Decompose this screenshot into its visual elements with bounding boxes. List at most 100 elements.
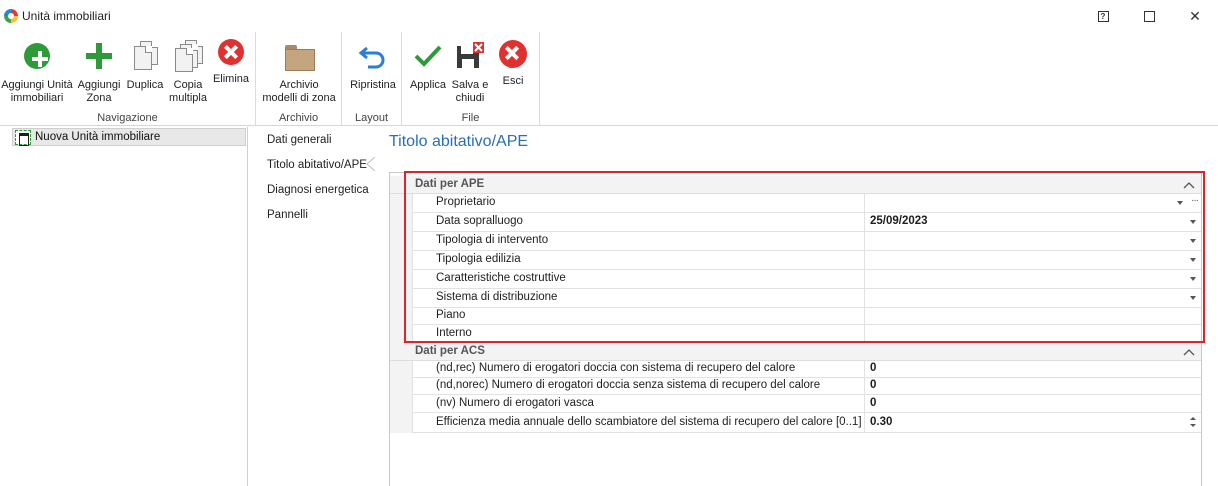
row-name: Tipologia edilizia [436, 253, 521, 265]
exit-icon [499, 40, 527, 68]
row-name: Efficienza media annuale dello scambiato… [436, 416, 862, 428]
applica-button[interactable]: Applica [408, 36, 448, 92]
aggiungi-zona-label: Aggiungi Zona [77, 79, 121, 104]
ribbon-group-layout: Ripristina Layout [342, 32, 402, 126]
close-icon: ✕ [1189, 7, 1201, 24]
aggiungi-zona-button[interactable]: Aggiungi Zona [76, 36, 122, 105]
page-title: Titolo abitativo/APE [389, 133, 529, 150]
close-window-button[interactable]: ✕ [1172, 0, 1218, 32]
esci-label: Esci [502, 75, 524, 87]
group-label-archivio: Archivio [278, 112, 319, 124]
row-indent-stripe [390, 192, 412, 344]
row-value[interactable]: 0 [870, 379, 876, 391]
save-close-icon [454, 40, 486, 72]
row-value[interactable]: 25/09/2023 [870, 215, 928, 227]
dropdown-icon[interactable] [1177, 201, 1183, 205]
category-dati-ape[interactable]: Dati per APE [390, 176, 1201, 194]
group-label-layout: Layout [354, 112, 389, 124]
row-name: Proprietario [436, 196, 496, 208]
undo-icon [357, 40, 389, 72]
ripristina-label: Ripristina [350, 79, 396, 91]
ellipsis-icon[interactable]: ··· [1191, 195, 1199, 206]
maximize-button[interactable] [1126, 0, 1172, 32]
row-name: Piano [436, 309, 466, 321]
nav-selection-pointer [366, 157, 376, 171]
delete-icon [218, 39, 244, 65]
dropdown-icon[interactable] [1190, 258, 1196, 262]
nav-item-dati-generali[interactable]: Dati generali [267, 134, 332, 146]
row-name: Sistema di distribuzione [436, 291, 558, 303]
row-name: Caratteristiche costruttive [436, 272, 566, 284]
ribbon-group-archivio: Archivio modelli di zona Archivio [256, 32, 342, 126]
applica-label: Applica [409, 79, 447, 91]
row-value[interactable]: 0.30 [870, 416, 892, 428]
group-label-navigazione: Navigazione [97, 112, 158, 124]
check-icon [412, 40, 444, 72]
unit-tree: Nuova Unità immobiliare [0, 127, 248, 486]
nav-item-diagnosi-energetica[interactable]: Diagnosi energetica [267, 184, 369, 196]
section-nav: Dati generali Titolo abitativo/APE Diagn… [249, 127, 373, 486]
row-indent-stripe [390, 361, 412, 433]
category-label: Dati per ACS [415, 345, 485, 357]
grid-row[interactable]: Tipologia di intervento [412, 232, 1201, 251]
copia-multipla-label: Copia multipla [169, 79, 207, 104]
grid-row[interactable]: Caratteristiche costruttive [412, 270, 1201, 289]
row-value[interactable]: 0 [870, 362, 876, 374]
grid-row[interactable]: (nd,norec) Numero di erogatori doccia se… [412, 378, 1201, 395]
row-name: Tipologia di intervento [436, 234, 549, 246]
tree-item-label: Nuova Unità immobiliare [35, 131, 161, 143]
plus-icon [83, 40, 115, 72]
duplica-button[interactable]: Duplica [124, 36, 166, 92]
maximize-icon [1143, 10, 1155, 22]
row-name: Data sopralluogo [436, 215, 523, 227]
dropdown-icon[interactable] [1190, 296, 1196, 300]
category-label: Dati per APE [415, 178, 485, 190]
group-label-file: File [461, 112, 480, 124]
grid-row[interactable]: Interno [412, 325, 1201, 343]
dropdown-icon[interactable] [1190, 220, 1196, 224]
grid-row[interactable]: Data sopralluogo 25/09/2023 [412, 213, 1201, 232]
nav-item-titolo-abitativo[interactable]: Titolo abitativo/APE [267, 159, 367, 171]
multi-copy-icon [172, 40, 204, 72]
row-name: (nv) Numero di erogatori vasca [436, 397, 594, 409]
elimina-label: Elimina [212, 73, 250, 85]
archivio-modelli-button[interactable]: Archivio modelli di zona [260, 36, 338, 105]
grid-row[interactable]: Sistema di distribuzione [412, 289, 1201, 308]
dropdown-icon[interactable] [1190, 277, 1196, 281]
row-name: Interno [436, 327, 472, 339]
spin-down-icon[interactable] [1190, 424, 1196, 427]
ribbon: Aggiungi Unità immobiliari Aggiungi Zona… [0, 32, 1218, 126]
aggiungi-unita-button[interactable]: Aggiungi Unità immobiliari [0, 36, 74, 105]
nav-item-pannelli[interactable]: Pannelli [267, 209, 308, 221]
row-value[interactable]: 0 [870, 397, 876, 409]
ribbon-group-file: Applica Salva e chiudi Esci File [402, 32, 540, 126]
collapse-icon[interactable] [1183, 179, 1195, 191]
aggiungi-unita-label: Aggiungi Unità immobiliari [1, 79, 73, 104]
row-name: (nd,norec) Numero di erogatori doccia se… [436, 379, 821, 391]
title-bar: Unità immobiliari ? ✕ [0, 0, 1218, 32]
help-button[interactable]: ? [1080, 0, 1126, 32]
copia-multipla-button[interactable]: Copia multipla [166, 36, 210, 105]
grid-row[interactable]: (nv) Numero di erogatori vasca 0 [412, 395, 1201, 413]
spin-up-icon[interactable] [1190, 417, 1196, 420]
grid-row[interactable]: Proprietario ··· [412, 194, 1201, 213]
duplica-label: Duplica [126, 79, 164, 91]
dropdown-icon[interactable] [1190, 239, 1196, 243]
collapse-icon[interactable] [1183, 346, 1195, 358]
folder-icon [283, 40, 315, 72]
add-circle-icon [24, 43, 50, 69]
grid-row[interactable]: (nd,rec) Numero di erogatori doccia con … [412, 361, 1201, 378]
grid-row[interactable]: Piano [412, 308, 1201, 325]
ripristina-button[interactable]: Ripristina [346, 36, 400, 92]
tree-item[interactable]: Nuova Unità immobiliare [12, 128, 246, 146]
grid-row[interactable]: Tipologia edilizia [412, 251, 1201, 270]
ribbon-group-navigazione: Aggiungi Unità immobiliari Aggiungi Zona… [0, 32, 256, 126]
grid-row[interactable]: Efficienza media annuale dello scambiato… [412, 413, 1201, 433]
category-dati-acs[interactable]: Dati per ACS [390, 343, 1201, 361]
window-title: Unità immobiliari [22, 9, 111, 23]
esci-button[interactable]: Esci [494, 36, 532, 88]
salva-chiudi-button[interactable]: Salva e chiudi [450, 36, 490, 105]
building-plan-icon [15, 130, 31, 146]
duplicate-icon [129, 40, 161, 72]
elimina-button[interactable]: Elimina [210, 36, 252, 86]
